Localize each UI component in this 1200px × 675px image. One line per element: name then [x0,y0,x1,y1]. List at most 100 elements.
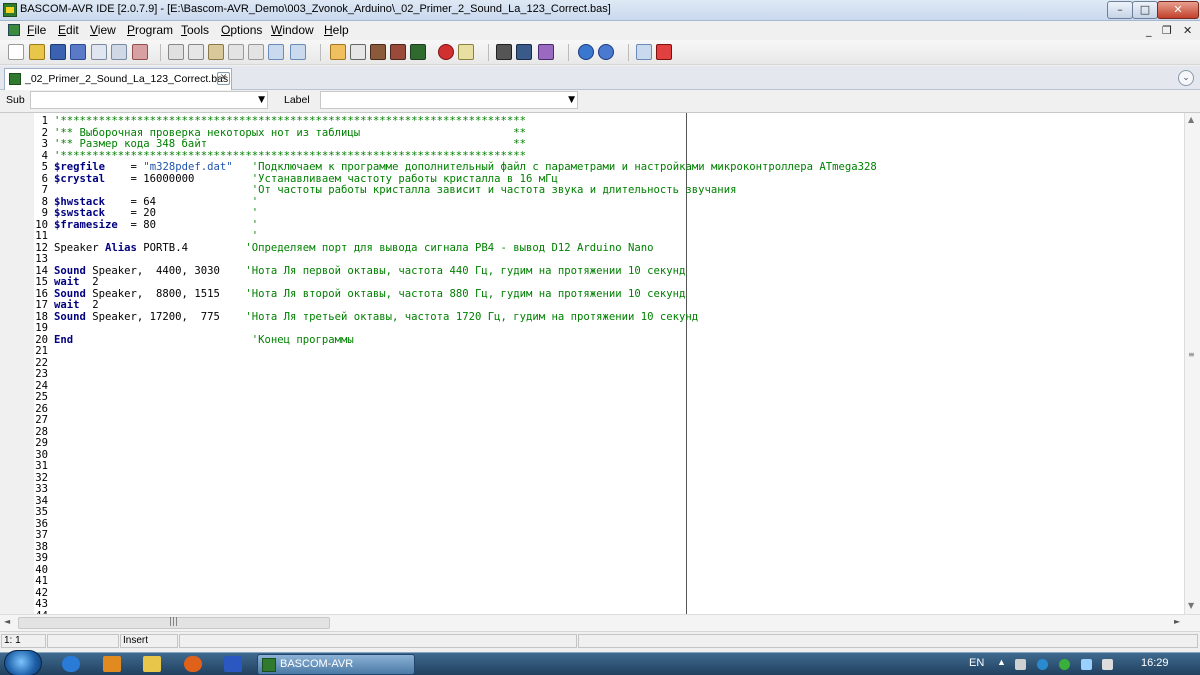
bascom-app-icon [262,658,276,672]
help-icon[interactable] [598,44,614,60]
open-folder-icon[interactable] [29,44,45,60]
unindent-icon[interactable] [248,44,264,60]
code-keyword: $hwstack [54,195,106,208]
maximize-button[interactable]: □ [1132,1,1158,19]
clock[interactable]: 16:29 [1141,657,1169,669]
line-number: 7 [41,184,48,196]
code-keyword: wait [54,299,80,311]
scroll-right-icon[interactable]: ► [1174,617,1180,626]
toolbar-separator [320,44,321,61]
document-tab-label: _02_Primer_2_Sound_La_123_Correct.bas [25,73,229,85]
tray-antivirus-icon[interactable] [1059,659,1070,670]
explorer-folder-icon[interactable] [143,656,161,672]
tab-list-chevron-icon[interactable]: ⌄ [1178,70,1194,86]
copy-icon[interactable] [188,44,204,60]
menu-file[interactable]: File [27,23,46,37]
volume-icon[interactable] [1102,659,1113,670]
chevron-down-icon[interactable]: ▼ [258,95,265,105]
code-token: Speaker [54,241,106,254]
code-comment: ' [251,195,259,208]
search-icon[interactable] [636,44,652,60]
code-area[interactable]: 1 '**************************************… [34,113,1184,615]
indent-icon[interactable] [228,44,244,60]
vertical-scrollbar[interactable]: ▲ ≡ ▼ [1184,113,1200,615]
mdi-restore-button[interactable]: ❐ [1162,24,1172,37]
taskbar-bascom-button[interactable]: BASCOM-AVR [257,654,415,675]
line-number: 9 [41,207,48,219]
print-preview-icon[interactable] [91,44,107,60]
bascom-app-icon[interactable] [3,3,17,17]
network-signal-icon[interactable] [1081,659,1092,670]
new-file-icon[interactable] [8,44,24,60]
pdf-icon[interactable] [656,44,672,60]
document-system-menu-icon[interactable] [8,24,20,36]
compile-icon[interactable] [350,44,366,60]
label-dropdown[interactable]: ▼ [320,91,578,109]
code-keyword: Sound [54,264,86,277]
minimize-button[interactable]: – [1107,1,1133,19]
print-icon[interactable] [111,44,127,60]
code-keyword: wait [54,276,80,288]
close-file-icon[interactable] [132,44,148,60]
code-comment: 'Определяем порт для вывода сигнала PB4 … [245,241,654,254]
code-keyword: $framesize [54,218,118,231]
graphic-converter-icon[interactable] [516,44,532,60]
stop-icon[interactable] [438,44,454,60]
mdi-minimize-button[interactable]: _ [1146,24,1152,37]
menu-window[interactable]: Window [271,23,314,37]
menu-tools[interactable]: Tools [181,23,209,37]
terminal-icon[interactable] [458,44,474,60]
info-icon[interactable] [578,44,594,60]
code-comment: '***************************************… [54,115,526,127]
code-comment: 'Подключаем к программе дополнительный ф… [251,161,877,173]
horizontal-scrollbar[interactable]: ◄ ||| ► [0,614,1200,631]
media-player-icon[interactable] [103,656,121,672]
line-number: 21 [35,345,48,357]
document-tab[interactable]: _02_Primer_2_Sound_La_123_Correct.bas ✕ [4,68,232,90]
tray-device-icon[interactable] [1015,659,1026,670]
scroll-down-icon[interactable]: ▼ [1188,601,1194,610]
title-bar[interactable]: BASCOM-AVR IDE [2.0.7.9] - [E:\Bascom-AV… [0,0,1200,21]
start-button[interactable] [4,650,42,675]
menu-help[interactable]: Help [324,23,349,37]
tab-close-icon[interactable]: ✕ [217,72,230,85]
scroll-grip-icon[interactable]: ≡ [1188,350,1195,359]
code-token: = [105,161,144,173]
save-all-icon[interactable] [70,44,86,60]
syntax-check-icon[interactable] [330,44,346,60]
scroll-up-icon[interactable]: ▲ [1188,115,1194,124]
menu-view[interactable]: View [90,23,116,37]
firefox-icon[interactable] [184,656,202,672]
horizontal-scroll-thumb[interactable]: ||| [18,617,330,629]
find-icon[interactable] [268,44,284,60]
show-result-icon[interactable] [370,44,386,60]
mdi-close-button[interactable]: ✕ [1183,24,1192,37]
language-indicator[interactable]: EN [969,657,984,669]
status-modified [47,634,119,648]
cut-icon[interactable] [168,44,184,60]
menu-program[interactable]: Program [127,23,173,37]
sub-dropdown[interactable]: ▼ [30,91,268,109]
internet-explorer-icon[interactable] [62,656,80,672]
calculator-icon[interactable] [224,656,242,672]
status-info [578,634,1198,648]
line-number: 25 [35,391,48,403]
chevron-down-icon[interactable]: ▼ [568,95,575,105]
menu-options[interactable]: Options [221,23,262,37]
code-editor[interactable]: 1 '**************************************… [0,112,1200,615]
paste-icon[interactable] [208,44,224,60]
scroll-left-icon[interactable]: ◄ [4,617,10,626]
lcd-designer-icon[interactable] [496,44,512,60]
plugins-icon[interactable] [538,44,554,60]
show-hidden-icons[interactable]: ▲ [997,657,1006,667]
simulator-icon[interactable] [390,44,406,60]
scroll-grip-icon: ||| [169,617,179,627]
tray-security-icon[interactable] [1037,659,1048,670]
save-icon[interactable] [50,44,66,60]
menu-edit[interactable]: Edit [58,23,79,37]
close-button[interactable]: ✕ [1157,1,1199,19]
find-replace-icon[interactable] [290,44,306,60]
program-chip-icon[interactable] [410,44,426,60]
